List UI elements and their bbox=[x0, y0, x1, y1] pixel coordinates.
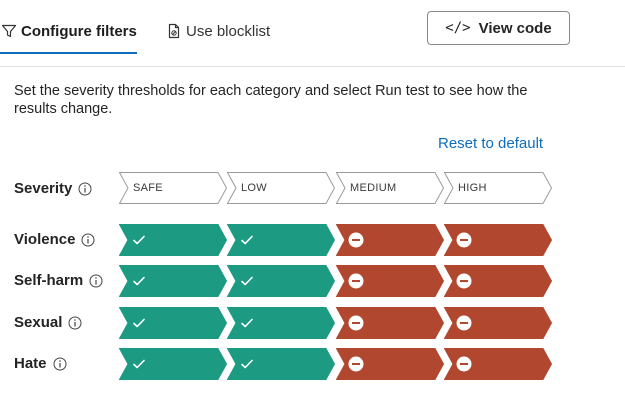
checkmark-icon bbox=[241, 276, 253, 286]
threshold-cell-self-harm-medium[interactable] bbox=[336, 265, 444, 297]
divider bbox=[0, 66, 625, 67]
threshold-cell-hate-safe[interactable] bbox=[119, 348, 227, 380]
blocked-icon bbox=[456, 356, 472, 372]
severity-level-label: HIGH bbox=[458, 182, 487, 194]
threshold-cell-sexual-high[interactable] bbox=[444, 307, 552, 339]
severity-row-label: Severity bbox=[14, 180, 92, 197]
checkmark-icon bbox=[241, 359, 253, 369]
severity-level-label: LOW bbox=[241, 182, 267, 194]
category-label-hate: Hate bbox=[14, 355, 67, 372]
tab-use-blocklist[interactable]: Use blocklist bbox=[165, 14, 270, 48]
blocked-icon bbox=[348, 356, 364, 372]
category-label-self-harm: Self-harm bbox=[14, 272, 103, 289]
category-label-text: Self-harm bbox=[14, 272, 84, 289]
info-icon[interactable] bbox=[89, 274, 103, 288]
checkmark-icon bbox=[133, 359, 145, 369]
reset-to-default-link[interactable]: Reset to default bbox=[438, 135, 543, 152]
tab-use-blocklist-label: Use blocklist bbox=[186, 22, 271, 40]
checkmark-icon bbox=[241, 318, 253, 328]
threshold-cell-sexual-low[interactable] bbox=[227, 307, 335, 339]
threshold-cell-hate-medium[interactable] bbox=[336, 348, 444, 380]
filter-icon bbox=[0, 22, 18, 40]
category-label-text: Sexual bbox=[14, 314, 63, 331]
severity-level-low: LOW bbox=[227, 172, 335, 204]
category-label-text: Hate bbox=[14, 355, 47, 372]
info-icon[interactable] bbox=[81, 233, 95, 247]
severity-label: Severity bbox=[14, 180, 73, 197]
info-icon[interactable] bbox=[78, 182, 92, 196]
threshold-cell-violence-low[interactable] bbox=[227, 224, 335, 256]
document-icon bbox=[165, 22, 183, 40]
blocked-icon bbox=[456, 315, 472, 331]
severity-level-safe: SAFE bbox=[119, 172, 227, 204]
threshold-cell-self-harm-low[interactable] bbox=[227, 265, 335, 297]
checkmark-icon bbox=[133, 235, 145, 245]
threshold-cell-sexual-safe[interactable] bbox=[119, 307, 227, 339]
threshold-cell-self-harm-safe[interactable] bbox=[119, 265, 227, 297]
threshold-cell-self-harm-high[interactable] bbox=[444, 265, 552, 297]
threshold-cell-hate-high[interactable] bbox=[444, 348, 552, 380]
blocked-icon bbox=[348, 273, 364, 289]
tab-configure-filters-label: Configure filters bbox=[21, 22, 137, 40]
code-icon: </> bbox=[445, 20, 471, 36]
description-text: Set the severity thresholds for each cat… bbox=[14, 83, 528, 117]
severity-level-high: HIGH bbox=[444, 172, 552, 204]
threshold-cell-violence-high[interactable] bbox=[444, 224, 552, 256]
info-icon[interactable] bbox=[53, 357, 67, 371]
tab-configure-filters[interactable]: Configure filters bbox=[0, 14, 137, 54]
blocked-icon bbox=[348, 232, 364, 248]
blocked-icon bbox=[348, 315, 364, 331]
checkmark-icon bbox=[133, 318, 145, 328]
category-label-sexual: Sexual bbox=[14, 314, 82, 331]
severity-level-label: MEDIUM bbox=[350, 182, 397, 194]
threshold-cell-sexual-medium[interactable] bbox=[336, 307, 444, 339]
checkmark-icon bbox=[241, 235, 253, 245]
threshold-cell-hate-low[interactable] bbox=[227, 348, 335, 380]
threshold-cell-violence-medium[interactable] bbox=[336, 224, 444, 256]
severity-level-medium: MEDIUM bbox=[336, 172, 444, 204]
blocked-icon bbox=[456, 273, 472, 289]
checkmark-icon bbox=[133, 276, 145, 286]
category-label-violence: Violence bbox=[14, 231, 95, 248]
severity-level-label: SAFE bbox=[133, 182, 163, 194]
blocked-icon bbox=[456, 232, 472, 248]
tab-list: Configure filters Use blocklist bbox=[0, 14, 300, 54]
category-label-text: Violence bbox=[14, 231, 76, 248]
view-code-button[interactable]: </> View code bbox=[427, 11, 570, 45]
info-icon[interactable] bbox=[68, 316, 82, 330]
view-code-label: View code bbox=[478, 19, 552, 37]
threshold-cell-violence-safe[interactable] bbox=[119, 224, 227, 256]
